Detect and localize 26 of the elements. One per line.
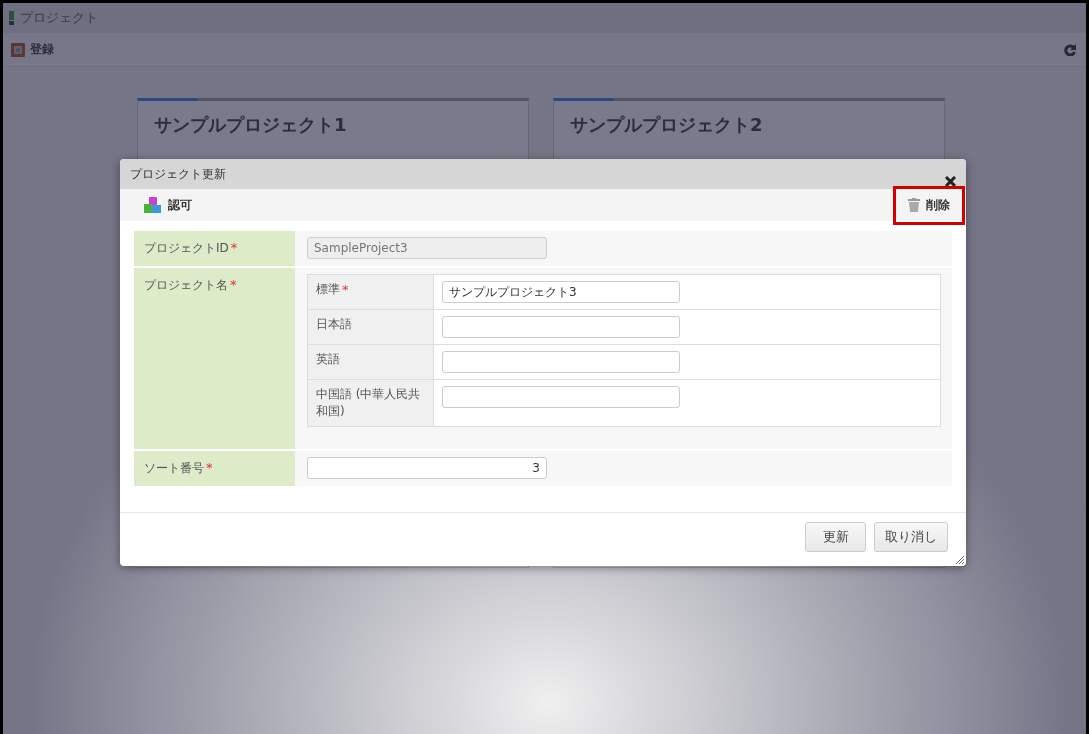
field-label: プロジェクトID* <box>134 231 295 266</box>
card-title: サンプルプロジェクト2 <box>570 113 764 137</box>
delete-button[interactable]: 削除 <box>896 188 962 222</box>
text-field[interactable] <box>442 386 680 408</box>
resize-grip-icon[interactable] <box>955 555 964 564</box>
field-label: プロジェクト名* <box>134 268 295 449</box>
trash-icon <box>908 198 920 212</box>
dialog-title: プロジェクト更新 <box>130 165 226 183</box>
blocks-icon <box>144 197 162 213</box>
number-field[interactable]: 3 <box>307 456 547 479</box>
language-label: 標準* <box>307 274 434 310</box>
permission-button[interactable]: 認可 <box>136 192 200 218</box>
bar-icon <box>9 11 14 25</box>
card-title: サンプルプロジェクト1 <box>154 113 348 137</box>
close-icon[interactable] <box>945 175 956 187</box>
text-field[interactable] <box>442 316 680 338</box>
language-label: 英語 <box>307 344 434 380</box>
field-label: ソート番号* <box>134 450 295 486</box>
cancel-button[interactable]: 取り消し <box>874 521 948 552</box>
text-field[interactable] <box>442 351 680 373</box>
text-field[interactable]: サンプルプロジェクト3 <box>442 281 680 303</box>
update-button[interactable]: 更新 <box>805 521 866 552</box>
box-icon <box>11 42 25 57</box>
refresh-icon[interactable] <box>1064 43 1076 56</box>
language-label: 日本語 <box>307 309 434 345</box>
language-label: 中国語 (中華人民共和国) <box>307 379 434 427</box>
